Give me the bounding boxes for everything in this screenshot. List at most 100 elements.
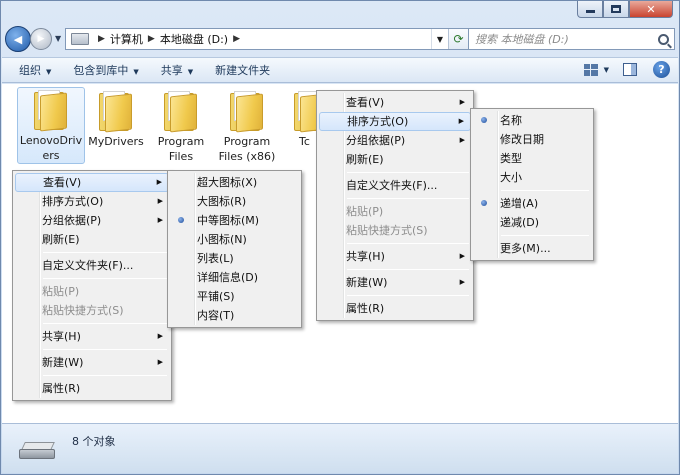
maximize-button[interactable]	[603, 1, 629, 18]
menu-item-small-icons[interactable]: 小图标(N)	[170, 230, 299, 249]
include-in-library-button[interactable]: 包含到库中 ▼	[73, 62, 138, 78]
folder-item-program-files[interactable]: Program Files	[147, 89, 215, 164]
menu-separator	[43, 252, 167, 253]
menu-item-properties[interactable]: 属性(R)	[15, 379, 169, 398]
chevron-right-icon[interactable]: ▶	[148, 34, 155, 44]
menu-item-medium-icons[interactable]: 中等图标(M)	[170, 211, 299, 230]
folder-item-lenovodrivers[interactable]: LenovoDrivers	[17, 87, 85, 164]
menu-item-paste-shortcut: 粘贴快捷方式(S)	[346, 224, 428, 237]
menu-item-paste-shortcut: 粘贴快捷方式(S)	[42, 304, 124, 317]
menu-item-refresh[interactable]: 刷新(E)	[15, 230, 169, 249]
menu-separator	[501, 190, 589, 191]
chevron-right-icon[interactable]: ▶	[233, 34, 240, 44]
menu-separator	[501, 235, 589, 236]
include-in-library-label: 包含到库中	[73, 64, 129, 77]
menu-item-customize-folder[interactable]: 自定义文件夹(F)...	[15, 256, 169, 275]
breadcrumb-drive-d[interactable]: 本地磁盘 (D:)	[160, 31, 228, 47]
status-bar: 8 个对象	[2, 423, 678, 473]
close-button[interactable]: ✕	[629, 1, 673, 18]
menu-item-paste: 粘贴(P)	[346, 205, 384, 218]
menu-item-group-by[interactable]: 分组依据(P) ▶	[319, 131, 471, 150]
view-options-dropdown-icon[interactable]: ▼	[604, 66, 609, 74]
menu-item-sort-name[interactable]: 名称	[473, 111, 591, 130]
menu-item-more[interactable]: 更多(M)...	[473, 239, 591, 258]
back-button[interactable]: ◀	[5, 26, 31, 52]
chevron-down-icon: ▼	[133, 68, 139, 76]
menu-item-group-by[interactable]: 分组依据(P) ▶	[15, 211, 169, 230]
menu-item-sort-type[interactable]: 类型	[473, 149, 591, 168]
menu-item-sort-by[interactable]: 排序方式(O) ▶	[15, 192, 169, 211]
menu-item-extra-large-icons[interactable]: 超大图标(X)	[170, 173, 299, 192]
submenu-arrow-icon: ▶	[157, 216, 163, 224]
maximize-icon	[611, 5, 621, 13]
menu-item-label: 查看(V)	[346, 96, 385, 109]
folder-label: LenovoDrivers	[19, 134, 83, 162]
drive-address-icon	[71, 33, 89, 45]
menu-item-new[interactable]: 新建(W) ▶	[319, 273, 471, 292]
new-folder-button[interactable]: 新建文件夹	[215, 62, 270, 78]
menu-item-view[interactable]: 查看(V) ▶	[319, 93, 471, 112]
menu-item-label: 新建(W)	[346, 276, 388, 289]
breadcrumb-computer[interactable]: 计算机	[110, 31, 143, 47]
organize-button[interactable]: 组织 ▼	[19, 62, 51, 78]
menu-item-share[interactable]: 共享(H) ▶	[15, 327, 169, 346]
address-history-dropdown-icon[interactable]: ▼	[431, 29, 448, 49]
help-icon[interactable]: ?	[653, 61, 670, 78]
menu-item-list[interactable]: 列表(L)	[170, 249, 299, 268]
forward-arrow-icon: ▶	[37, 34, 45, 44]
forward-button[interactable]: ▶	[30, 28, 52, 50]
radio-selected-icon	[481, 117, 487, 123]
submenu-arrow-icon: ▶	[458, 117, 464, 125]
menu-item-sort-by[interactable]: 排序方式(O) ▶	[319, 112, 471, 131]
menu-item-customize-folder[interactable]: 自定义文件夹(F)...	[319, 176, 471, 195]
menu-item-content[interactable]: 内容(T)	[170, 306, 299, 325]
menu-item-new[interactable]: 新建(W) ▶	[15, 353, 169, 372]
share-button[interactable]: 共享 ▼	[161, 62, 193, 78]
menu-separator	[347, 243, 469, 244]
recent-pages-dropdown-icon[interactable]: ▼	[55, 34, 61, 43]
menu-item-descending[interactable]: 递减(D)	[473, 213, 591, 232]
folder-label: Program Files	[157, 135, 205, 163]
chevron-right-icon[interactable]: ▶	[98, 34, 105, 44]
search-icon[interactable]	[658, 33, 669, 45]
folder-icon	[99, 91, 133, 133]
refresh-icon[interactable]: ⟳	[448, 29, 468, 49]
menu-item-view[interactable]: 查看(V) ▶	[15, 173, 169, 192]
address-bar[interactable]: ▶ 计算机 ▶ 本地磁盘 (D:) ▶ ▼ ⟳	[65, 28, 469, 50]
menu-item-ascending[interactable]: 递增(A)	[473, 194, 591, 213]
menu-item-sort-date-modified[interactable]: 修改日期	[473, 130, 591, 149]
minimize-button[interactable]	[577, 1, 603, 18]
menu-item-large-icons[interactable]: 大图标(R)	[170, 192, 299, 211]
search-box[interactable]: 搜索 本地磁盘 (D:)	[468, 28, 675, 50]
menu-item-refresh[interactable]: 刷新(E)	[319, 150, 471, 169]
context-menu: 查看(V) ▶ 排序方式(O) ▶ 分组依据(P) ▶ 刷新(E) 自定义文件夹(F)…	[12, 170, 172, 401]
menu-separator	[347, 295, 469, 296]
menu-item-label: 新建(W)	[42, 356, 84, 369]
menu-separator	[43, 278, 167, 279]
view-submenu: 超大图标(X) 大图标(R) 中等图标(M) 小图标(N) 列表(L) 详细信息…	[167, 170, 302, 328]
menu-item-label: 中等图标(M)	[197, 214, 260, 227]
change-view-icon[interactable]	[583, 63, 598, 76]
menu-item-label: 分组依据(P)	[42, 214, 102, 227]
folder-item-program-files-x86[interactable]: Program Files (x86)	[213, 89, 281, 164]
menu-item-label: 递增(A)	[500, 197, 539, 210]
submenu-arrow-icon: ▶	[156, 178, 162, 186]
menu-item-label: 查看(V)	[43, 176, 82, 189]
menu-item-sort-size[interactable]: 大小	[473, 168, 591, 187]
menu-item-paste: 粘贴(P)	[42, 285, 80, 298]
menu-item-properties[interactable]: 属性(R)	[319, 299, 471, 318]
navigation-bar: ◀ ▶ ▼ ▶ 计算机 ▶ 本地磁盘 (D:) ▶ ▼ ⟳ 搜索 本地磁盘 (D…	[5, 25, 675, 53]
folder-item-mydrivers[interactable]: MyDrivers	[82, 89, 150, 149]
menu-item-label: 分组依据(P)	[346, 134, 406, 147]
menu-item-tiles[interactable]: 平铺(S)	[170, 287, 299, 306]
drive-icon	[19, 440, 57, 460]
organize-label: 组织	[19, 64, 41, 77]
menu-item-details[interactable]: 详细信息(D)	[170, 268, 299, 287]
preview-pane-icon[interactable]	[623, 63, 637, 76]
menu-item-share[interactable]: 共享(H) ▶	[319, 247, 471, 266]
submenu-arrow-icon: ▶	[157, 197, 163, 205]
submenu-arrow-icon: ▶	[459, 136, 465, 144]
menu-separator	[43, 349, 167, 350]
chevron-down-icon: ▼	[46, 68, 52, 76]
folder-item-tc[interactable]: Tc	[279, 89, 319, 149]
